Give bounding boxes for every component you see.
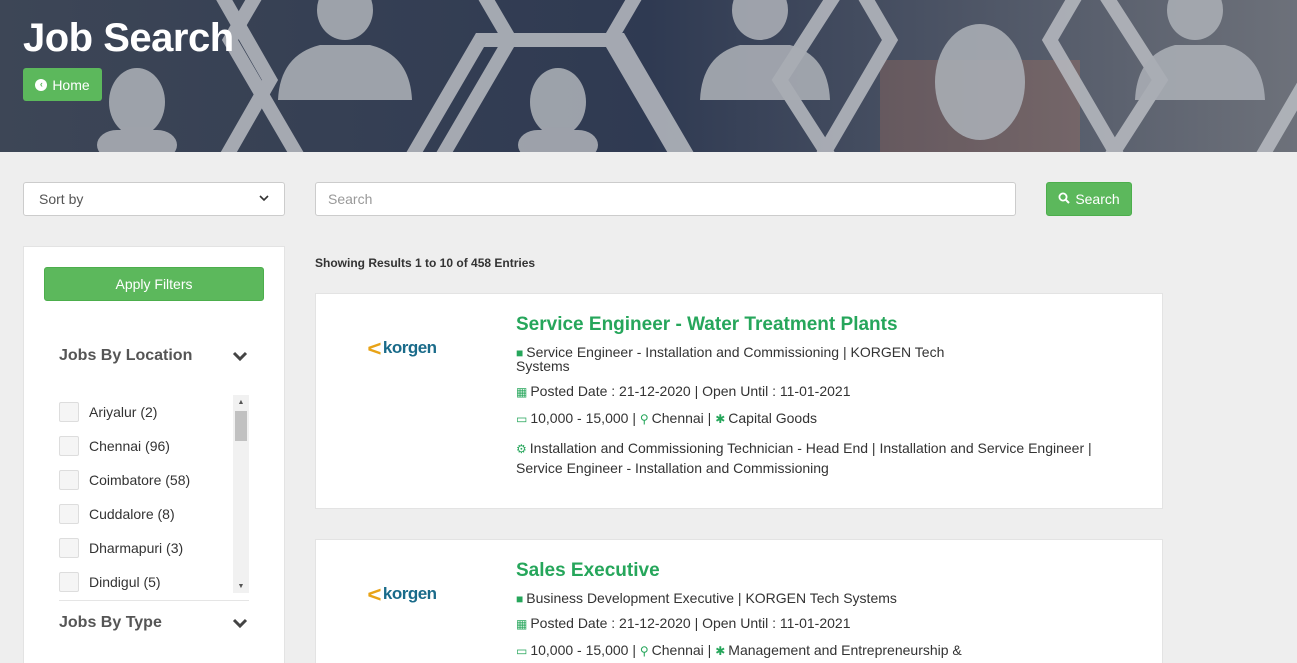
location-filter-item[interactable]: Dharmapuri (3) [59, 531, 249, 565]
location-filter-label: Dindigul (5) [89, 574, 161, 590]
gear-icon: ✱ [715, 644, 726, 658]
job-location: Chennai | [651, 410, 712, 426]
scroll-down-arrow-icon[interactable]: ▼ [233, 579, 249, 593]
home-button-label: Home [52, 76, 90, 93]
location-filter-label: Chennai (96) [89, 438, 170, 454]
company-logo: < korgen [367, 582, 437, 607]
chevron-down-icon [231, 614, 249, 632]
checkbox[interactable] [59, 470, 79, 490]
page-title: Job Search [23, 16, 234, 60]
checkbox[interactable] [59, 402, 79, 422]
location-filter-item[interactable]: Ariyalur (2) [59, 395, 249, 429]
job-industry: Capital Goods [728, 410, 817, 426]
job-role-continued: Systems [516, 358, 570, 374]
header-banner: Job Search ‹ Home [0, 0, 1297, 152]
logo-text: korgen [382, 338, 437, 357]
location-filter-label: Dharmapuri (3) [89, 540, 184, 556]
job-skills: Installation and Commissioning Technicia… [529, 440, 1092, 456]
checkbox[interactable] [59, 504, 79, 524]
job-dates: Posted Date : 21-12-2020 | Open Until : … [530, 383, 851, 399]
checkbox[interactable] [59, 436, 79, 456]
calendar-icon: ▦ [516, 617, 528, 631]
job-card: < korgen Sales Executive ■ Business Devel… [315, 539, 1163, 663]
apply-filters-button[interactable]: Apply Filters [44, 267, 264, 301]
checkbox[interactable] [59, 572, 79, 592]
search-input[interactable]: Search [315, 182, 1016, 216]
jobs-by-location-heading: Jobs By Location [59, 347, 193, 364]
job-dates: Posted Date : 21-12-2020 | Open Until : … [530, 615, 851, 631]
location-filter-item[interactable]: Cuddalore (8) [59, 497, 249, 531]
scrollbar-thumb[interactable] [235, 411, 247, 441]
job-meta-line: ▭ 10,000 - 15,000 | ⚲ Chennai | ✱ Managemen… [516, 643, 962, 658]
jobs-by-location-toggle[interactable]: Jobs By Location [59, 347, 249, 365]
location-filter-item[interactable]: Chennai (96) [59, 429, 249, 463]
briefcase-icon: ■ [516, 592, 524, 606]
job-dates-line: ▦ Posted Date : 21-12-2020 | Open Until :… [516, 384, 850, 399]
sort-select-value: Sort by [39, 191, 84, 207]
job-card: < korgen Service Engineer - Water Treatm… [315, 293, 1163, 509]
gears-icon: ⚙ [516, 442, 527, 456]
job-role: Business Development Executive | KORGEN … [526, 590, 897, 606]
job-title-link[interactable]: Sales Executive [516, 560, 660, 582]
location-filter-label: Cuddalore (8) [89, 506, 175, 522]
logo-mark-icon: < [367, 582, 382, 607]
money-icon: ▭ [516, 644, 528, 658]
job-salary: 10,000 - 15,000 | [530, 410, 636, 426]
home-button[interactable]: ‹ Home [23, 68, 102, 101]
chevron-down-icon [259, 194, 269, 205]
logo-text: korgen [382, 584, 437, 603]
job-skills-line: Service Engineer - Installation and Comm… [516, 461, 829, 475]
money-icon: ▭ [516, 412, 528, 426]
job-meta-line: ▭ 10,000 - 15,000 | ⚲ Chennai | ✱ Capital G… [516, 411, 817, 426]
jobs-by-type-heading: Jobs By Type [59, 614, 162, 631]
job-skills-continued: Service Engineer - Installation and Comm… [516, 460, 829, 476]
job-industry: Management and Entrepreneurship & [728, 642, 962, 658]
location-filter-item[interactable]: Coimbatore (58) [59, 463, 249, 497]
search-button[interactable]: Search [1046, 182, 1132, 216]
filter-sidebar: Apply Filters Jobs By Location Ariyalur … [23, 246, 285, 663]
location-list-scrollbar[interactable]: ▲ ▼ [233, 395, 249, 593]
location-filter-label: Coimbatore (58) [89, 472, 191, 488]
logo-mark-icon: < [367, 336, 382, 361]
job-title-link[interactable]: Service Engineer - Water Treatment Plant… [516, 314, 898, 336]
search-input-placeholder: Search [328, 191, 373, 207]
location-filter-list: Ariyalur (2) Chennai (96) Coimbatore (58… [59, 395, 249, 595]
results-summary: Showing Results 1 to 10 of 458 Entries [315, 256, 536, 270]
company-logo: < korgen [367, 336, 437, 361]
jobs-by-type-toggle[interactable]: Jobs By Type [59, 614, 249, 632]
sort-select[interactable]: Sort by [23, 182, 285, 216]
chevron-down-icon [231, 347, 249, 365]
chevron-left-circle-icon: ‹ [35, 78, 48, 91]
job-location: Chennai | [651, 642, 712, 658]
job-dates-line: ▦ Posted Date : 21-12-2020 | Open Until :… [516, 616, 850, 631]
job-role-line: ■ Service Engineer - Installation and Com… [516, 345, 944, 360]
search-button-label: Search [1075, 191, 1120, 207]
search-icon [1058, 191, 1071, 207]
map-marker-icon: ⚲ [639, 644, 649, 658]
map-marker-icon: ⚲ [639, 412, 649, 426]
calendar-icon: ▦ [516, 385, 528, 399]
job-salary: 10,000 - 15,000 | [530, 642, 636, 658]
job-role-line: ■ Business Development Executive | KORGEN… [516, 591, 897, 606]
divider [59, 600, 249, 601]
location-filter-label: Ariyalur (2) [89, 404, 158, 420]
job-role-line: Systems [516, 359, 570, 373]
job-role: Service Engineer - Installation and Comm… [526, 344, 945, 360]
checkbox[interactable] [59, 538, 79, 558]
scroll-up-arrow-icon[interactable]: ▲ [233, 395, 249, 409]
location-filter-item[interactable]: Dindigul (5) [59, 565, 249, 595]
job-skills-line: ⚙ Installation and Commissioning Technici… [516, 441, 1092, 456]
gear-icon: ✱ [715, 412, 726, 426]
